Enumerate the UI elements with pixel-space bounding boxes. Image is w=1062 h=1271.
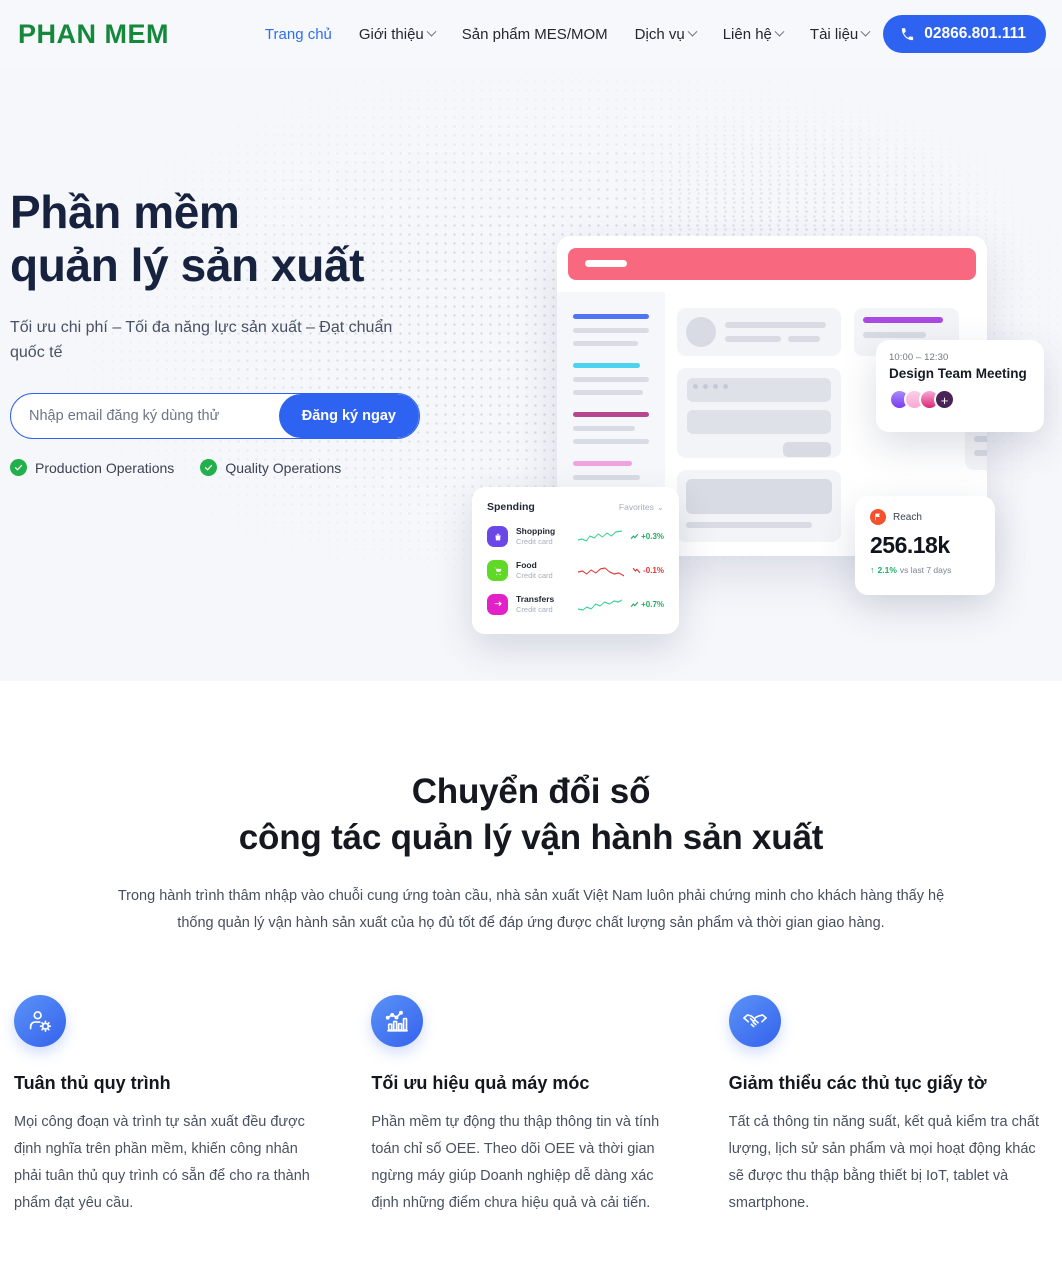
nav-label: Dịch vụ bbox=[634, 25, 685, 43]
chevron-down-icon bbox=[426, 26, 437, 37]
hero-subtitle: Tối ưu chi phí – Tối đa năng lực sản xuấ… bbox=[10, 318, 393, 361]
email-input[interactable] bbox=[11, 394, 279, 439]
chevron-down-icon bbox=[860, 26, 871, 37]
hero-title-line-2: quản lý sản xuất bbox=[10, 239, 365, 292]
nav-label: Liên hệ bbox=[722, 25, 772, 43]
nav-item-gioi-thieu[interactable]: Giới thiệu bbox=[358, 25, 437, 43]
chevron-down-icon bbox=[687, 26, 698, 37]
phone-call-button[interactable]: 02866.801.111 bbox=[883, 15, 1046, 53]
feature-description: Phần mềm tự động thu thập thông tin và t… bbox=[371, 1114, 660, 1211]
badge-label: Production Operations bbox=[35, 459, 175, 476]
signup-form: Đăng ký ngay bbox=[10, 393, 420, 440]
nav-label: Trang chủ bbox=[264, 25, 332, 43]
feature-item-paperwork-reduction: Giảm thiểu các thủ tục giấy tờ Tất cả th… bbox=[728, 995, 1048, 1216]
nav-item-tai-lieu[interactable]: Tài liệu bbox=[809, 25, 871, 43]
nav-item-san-pham[interactable]: Sản phẩm MES/MOM bbox=[462, 26, 608, 43]
feature-description: Mọi công đoạn và trình tự sản xuất đều đ… bbox=[14, 1114, 310, 1211]
nav-label: Giới thiệu bbox=[358, 25, 424, 43]
feature-item-machine-efficiency: Tối ưu hiệu quả máy móc Phần mềm tự động… bbox=[371, 995, 690, 1216]
main-navigation: Trang chủ Giới thiệu Sản phẩm MES/MOM Dị… bbox=[265, 25, 871, 43]
nav-item-lien-he[interactable]: Liên hệ bbox=[722, 25, 785, 43]
nav-item-trang-chu[interactable]: Trang chủ bbox=[265, 26, 332, 43]
badge-label: Quality Operations bbox=[225, 459, 342, 476]
hero-badges: Production Operations Quality Operations bbox=[10, 459, 1062, 477]
feature-list: Tuân thủ quy trình Mọi công đoạn và trìn… bbox=[0, 995, 1062, 1216]
section-heading-line-1: Chuyển đổi số bbox=[411, 772, 651, 811]
user-gear-icon bbox=[14, 995, 66, 1048]
hero-section: 10:00 – 12:30 Design Team Meeting + Reac… bbox=[0, 68, 1062, 681]
badge-production-operations: Production Operations bbox=[10, 459, 175, 477]
landing-page: PHAN MEM Trang chủ Giới thiệu Sản phẩm M… bbox=[0, 0, 1062, 1271]
check-circle-icon bbox=[200, 459, 218, 477]
nav-label: Sản phẩm MES/MOM bbox=[461, 25, 608, 43]
section-paragraph: Trong hành trình thâm nhập vào chuỗi cun… bbox=[117, 888, 945, 932]
bar-chart-icon bbox=[371, 995, 424, 1048]
phone-icon bbox=[902, 27, 914, 40]
nav-label: Tài liệu bbox=[809, 25, 859, 43]
feature-title: Tuân thủ quy trình bbox=[14, 1073, 171, 1094]
feature-item-process-compliance: Tuân thủ quy trình Mọi công đoạn và trìn… bbox=[14, 995, 333, 1216]
section-heading: Chuyển đổi số công tác quản lý vận hành … bbox=[0, 769, 1062, 861]
feature-title: Giảm thiểu các thủ tục giấy tờ bbox=[728, 1073, 987, 1094]
feature-title: Tối ưu hiệu quả máy móc bbox=[371, 1073, 590, 1094]
section-heading-line-2: công tác quản lý vận hành sản xuất bbox=[238, 818, 824, 858]
phone-number: 02866.801.111 bbox=[924, 25, 1026, 42]
badge-quality-operations: Quality Operations bbox=[200, 459, 342, 477]
feature-description: Tất cả thông tin năng suất, kết quả kiểm… bbox=[728, 1114, 1039, 1211]
register-button[interactable]: Đăng ký ngay bbox=[278, 394, 419, 439]
hero-title: Phần mềm quản lý sản xuất bbox=[10, 186, 1062, 293]
hero-title-line-1: Phần mềm bbox=[10, 186, 240, 238]
site-logo[interactable]: PHAN MEM bbox=[18, 19, 169, 50]
digital-transformation-section: Chuyển đổi số công tác quản lý vận hành … bbox=[0, 681, 1062, 1271]
check-circle-icon bbox=[10, 459, 27, 477]
chevron-down-icon bbox=[774, 26, 785, 37]
hero-copy: Phần mềm quản lý sản xuất Tối ưu chi phí… bbox=[0, 68, 1062, 477]
site-header: PHAN MEM Trang chủ Giới thiệu Sản phẩm M… bbox=[0, 0, 1062, 68]
handshake-icon bbox=[728, 995, 781, 1048]
nav-item-dich-vu[interactable]: Dịch vụ bbox=[634, 25, 698, 43]
